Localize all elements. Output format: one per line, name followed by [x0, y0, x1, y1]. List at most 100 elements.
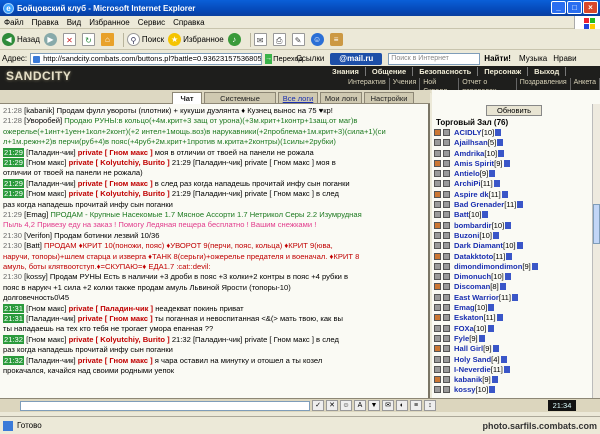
back-button[interactable]: ◀ Назад: [2, 33, 40, 46]
favorites-button[interactable]: ★ Избранное: [168, 33, 224, 46]
maximize-button[interactable]: □: [567, 1, 582, 14]
nrav-button[interactable]: Нрави: [553, 54, 576, 63]
player-name[interactable]: kossy[10]: [454, 385, 496, 395]
player-info-icon[interactable]: [497, 139, 504, 147]
music-button[interactable]: Музыка: [519, 54, 547, 63]
game-nav-item[interactable]: Общение: [366, 67, 414, 76]
player-info-icon[interactable]: [506, 252, 513, 260]
player-name[interactable]: Ajailhsan[5]: [454, 138, 504, 148]
player-name[interactable]: East Warrior[11]: [454, 293, 518, 303]
forward-button[interactable]: ▶: [43, 33, 59, 46]
address-input[interactable]: http://sandcity.combats.com/buttons.pl?b…: [30, 52, 263, 65]
chat-nick[interactable]: [Batt]: [24, 241, 42, 250]
search-button[interactable]: ⚲ Поиск: [126, 33, 164, 46]
player-row[interactable]: Holy Sand[4]: [434, 355, 598, 365]
player-info-icon[interactable]: [511, 293, 518, 301]
menu-item[interactable]: Файл: [0, 18, 28, 27]
chat-nick[interactable]: [kossy]: [24, 272, 48, 281]
player-info-icon[interactable]: [516, 242, 523, 250]
player-row[interactable]: bombardir[10]: [434, 221, 598, 231]
player-info-icon[interactable]: [492, 345, 499, 353]
player-name[interactable]: Dark Diamant[10]: [454, 241, 523, 251]
filter-button[interactable]: ▼: [368, 400, 380, 411]
player-info-icon[interactable]: [498, 149, 505, 157]
player-row[interactable]: Amdrika[10]: [434, 149, 598, 159]
print-button[interactable]: ⎙: [272, 33, 288, 46]
player-info-icon[interactable]: [501, 190, 508, 198]
player-name[interactable]: Bad Grenader[11]: [454, 200, 524, 210]
player-row[interactable]: Emag[10]: [434, 303, 598, 313]
private-tag[interactable]: private [ Kolyutchiy, Burito ]: [69, 335, 170, 344]
private-button[interactable]: ✉: [382, 400, 394, 411]
player-name[interactable]: Discoman[8]: [454, 282, 506, 292]
refresh-button[interactable]: ↻: [81, 33, 97, 46]
menu-item[interactable]: Правка: [28, 18, 63, 27]
chat-nick[interactable]: [Гном макс]: [26, 158, 66, 167]
player-info-icon[interactable]: [496, 314, 503, 322]
find-button[interactable]: Найти!: [484, 54, 511, 63]
game-nav-item[interactable]: Знания: [326, 67, 366, 76]
player-name[interactable]: bombardir[10]: [454, 221, 512, 231]
menu-item[interactable]: Справка: [169, 18, 208, 27]
edit-button[interactable]: ✎: [291, 33, 307, 46]
chat-nick[interactable]: [Уворобей]: [24, 116, 62, 125]
home-button[interactable]: ⌂: [100, 33, 116, 46]
player-row[interactable]: Dimonuch[10]: [434, 272, 598, 282]
player-row[interactable]: Buzoni[10]: [434, 231, 598, 241]
player-row[interactable]: Fyle[9]: [434, 334, 598, 344]
player-name[interactable]: dimondimondimon[9]: [454, 262, 538, 272]
chat-nick[interactable]: [Паладин-чик]: [26, 356, 75, 365]
messenger-button[interactable]: ☺: [310, 33, 326, 46]
private-tag[interactable]: private [ Kolyutchiy, Burito ]: [69, 189, 170, 198]
player-name[interactable]: Datakktoto[11]: [454, 252, 513, 262]
private-tag[interactable]: private [ Kolyutchiy, Burito ]: [69, 158, 170, 167]
player-info-icon[interactable]: [503, 365, 510, 373]
chat-nick[interactable]: [Гном макс]: [26, 335, 66, 344]
menu-item[interactable]: Сервис: [134, 18, 169, 27]
color-button[interactable]: ◐: [396, 400, 408, 411]
player-info-icon[interactable]: [505, 221, 512, 229]
translit-button[interactable]: A: [354, 400, 366, 411]
close-button[interactable]: ×: [583, 1, 598, 14]
refresh-list-button[interactable]: Обновить: [486, 105, 542, 116]
chat-nick[interactable]: [Паладин-чик]: [26, 179, 75, 188]
player-info-icon[interactable]: [489, 386, 496, 394]
menu-item[interactable]: Вид: [63, 18, 85, 27]
player-row[interactable]: Dark Diamant[10]: [434, 241, 598, 251]
send-button[interactable]: ✓: [312, 400, 324, 411]
chat-nick[interactable]: [Паладин-чик]: [26, 314, 75, 323]
player-info-icon[interactable]: [504, 273, 511, 281]
chat-nick[interactable]: [Emag]: [24, 210, 48, 219]
player-list-scrollbar[interactable]: [592, 104, 600, 398]
player-info-icon[interactable]: [478, 334, 485, 342]
player-row[interactable]: ACIDLY[10]: [434, 128, 598, 138]
media-button[interactable]: ♪: [227, 33, 243, 46]
chat-nick[interactable]: [Гном макс]: [26, 189, 66, 198]
chat-nick[interactable]: [Паладин-чик]: [26, 148, 75, 157]
tab-all-logs[interactable]: Все логи: [278, 92, 318, 104]
player-info-icon[interactable]: [491, 376, 498, 384]
player-name[interactable]: kabanik[9]: [454, 375, 498, 385]
player-row[interactable]: Bad Grenader[11]: [434, 200, 598, 210]
player-name[interactable]: Aspire dk[11]: [454, 190, 508, 200]
player-row[interactable]: Discoman[8]: [434, 282, 598, 292]
player-info-icon[interactable]: [488, 304, 495, 312]
mailru-logo[interactable]: @mail.ru: [330, 52, 383, 65]
player-info-icon[interactable]: [495, 129, 502, 136]
player-name[interactable]: ACIDLY[10]: [454, 128, 502, 138]
private-tag[interactable]: private [ Гном макс ]: [78, 356, 153, 365]
player-row[interactable]: ArchiPi[11]: [434, 179, 598, 189]
player-info-icon[interactable]: [499, 283, 506, 291]
player-row[interactable]: kabanik[9]: [434, 375, 598, 385]
player-name[interactable]: Fyle[9]: [454, 334, 485, 344]
player-info-icon[interactable]: [517, 201, 524, 209]
game-nav-item[interactable]: Персонаж: [478, 67, 529, 76]
player-info-icon[interactable]: [482, 211, 489, 219]
player-row[interactable]: Antielo[9]: [434, 169, 598, 179]
player-row[interactable]: dimondimondimon[9]: [434, 262, 598, 272]
player-name[interactable]: ArchiPi[11]: [454, 179, 500, 189]
private-tag[interactable]: private [ Паладин-чик ]: [69, 304, 154, 313]
tab-settings[interactable]: Настройки: [364, 92, 414, 104]
player-row[interactable]: Datakktoto[11]: [434, 252, 598, 262]
chat-nick[interactable]: [kabanik]: [24, 106, 54, 115]
